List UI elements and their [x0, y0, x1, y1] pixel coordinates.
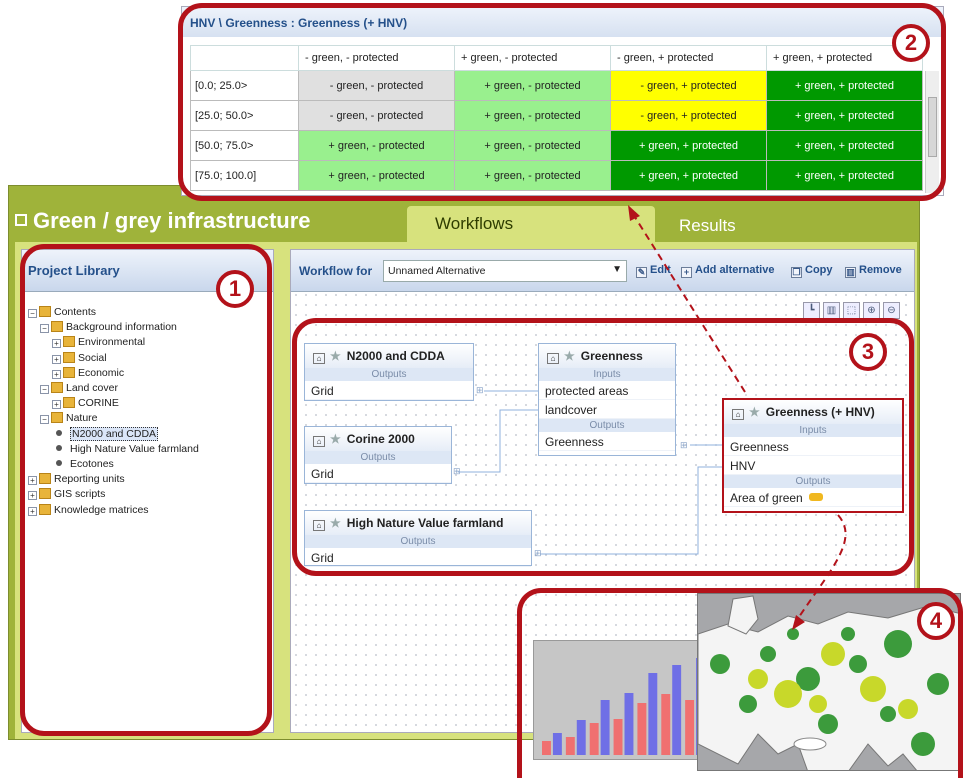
highlight-1	[20, 244, 272, 736]
highlight-4	[517, 588, 963, 778]
annotation-badge-4: 4	[917, 602, 955, 640]
highlight-2	[178, 3, 946, 201]
annotation-badge-1: 1	[216, 270, 254, 308]
annotation-badge-3: 3	[849, 333, 887, 371]
highlight-3	[292, 318, 914, 576]
annotation-badge-2: 2	[892, 24, 930, 62]
screenshot-stage: Green / grey infrastructure Workflows Re…	[0, 0, 963, 778]
